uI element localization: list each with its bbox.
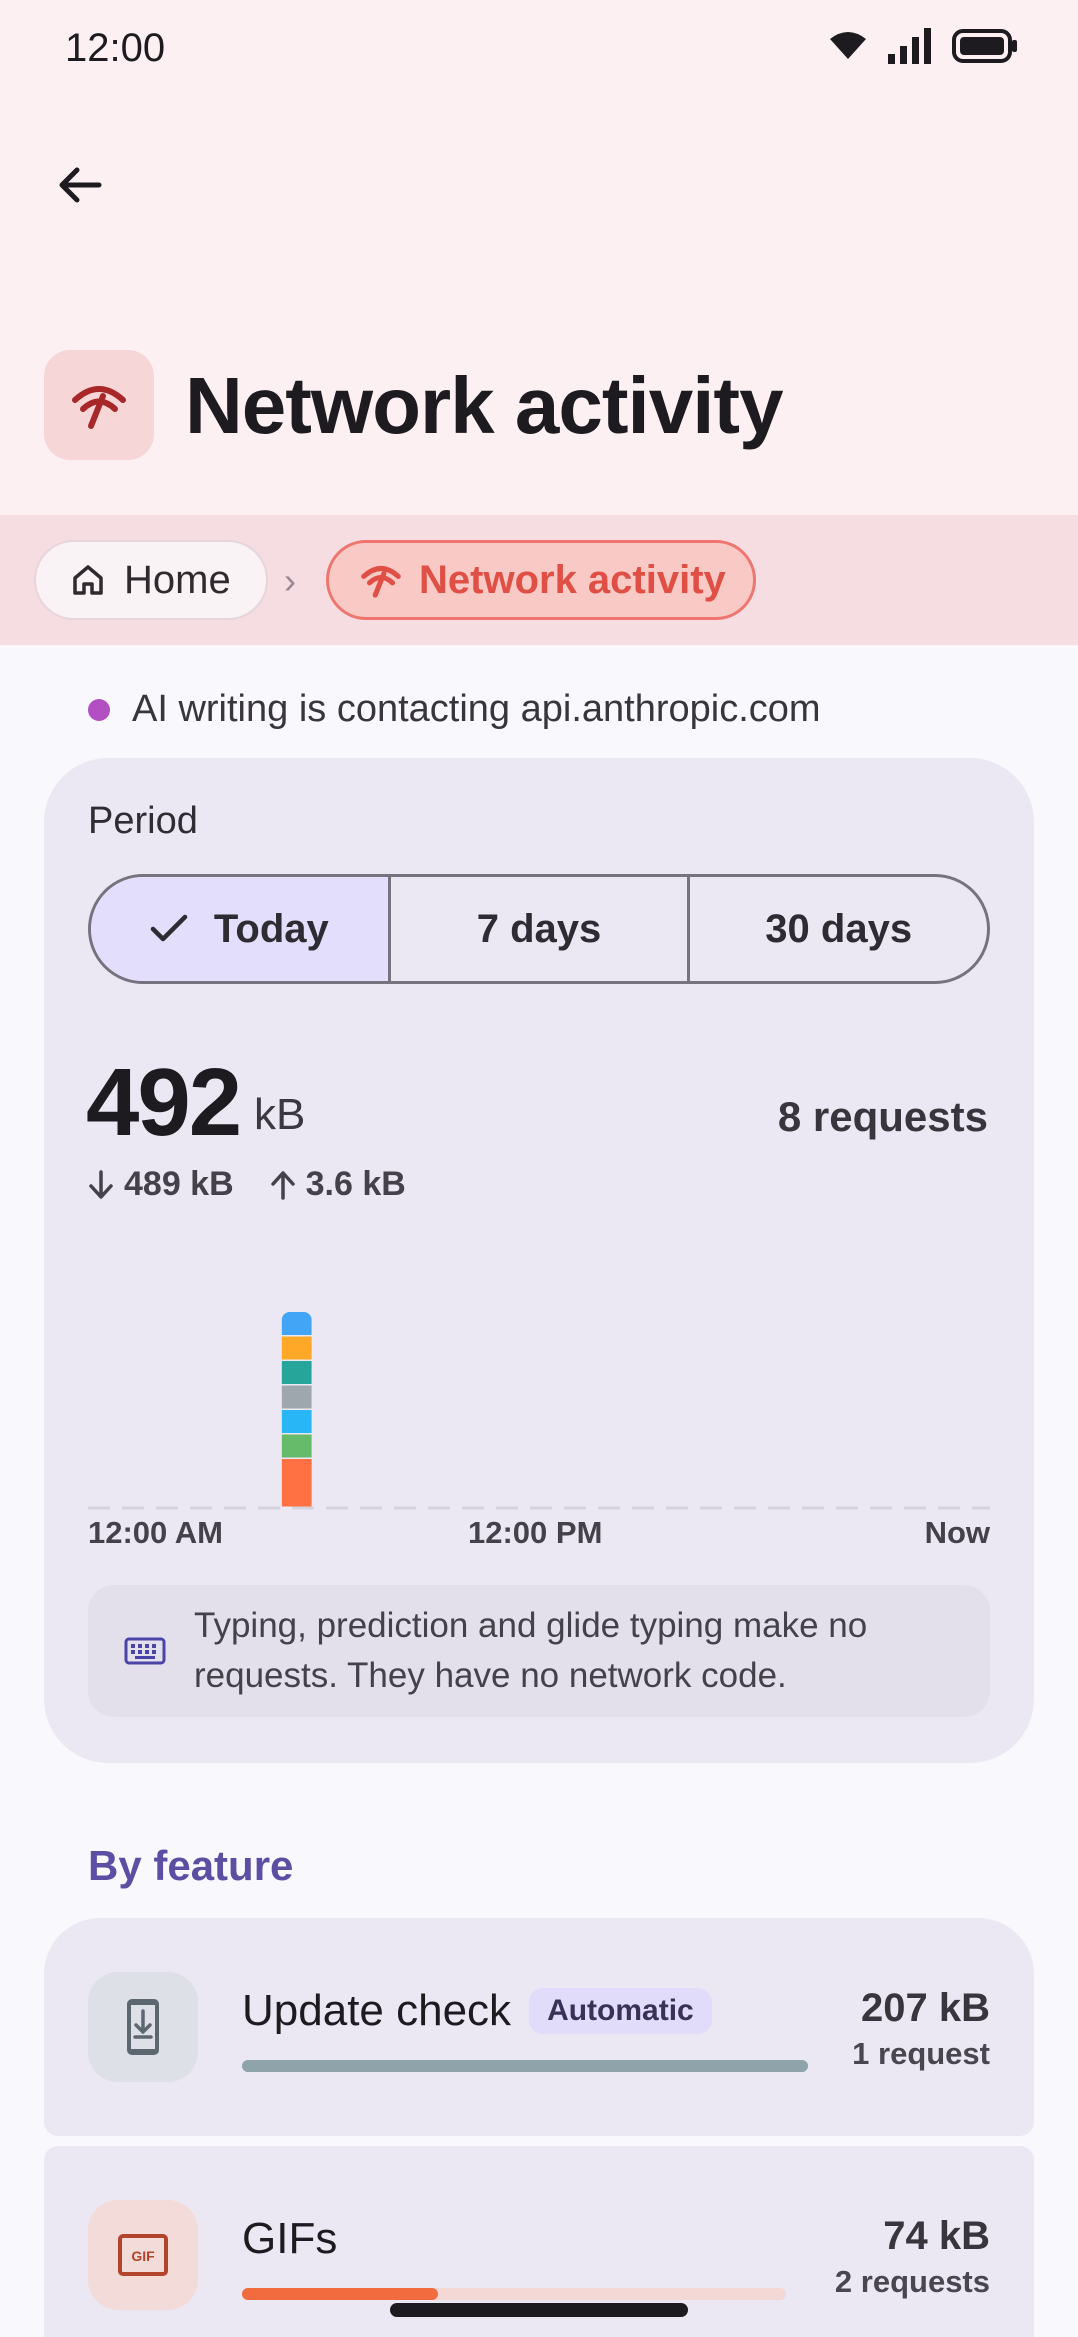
feature-icon-tile: GIF <box>88 2200 198 2310</box>
home-indicator[interactable] <box>390 2303 688 2317</box>
download-stat: 489 kB <box>88 1165 234 1204</box>
total-data-value: 492 <box>86 1049 242 1156</box>
chart-bar-segment <box>281 1361 312 1384</box>
network-activity-icon-tile <box>44 350 154 460</box>
usage-chart <box>88 1312 990 1510</box>
feature-requests: 1 request <box>852 2036 990 2071</box>
total-data-unit: kB <box>254 1090 306 1139</box>
arrow-down-icon <box>89 1169 113 1199</box>
network-activity-icon <box>72 386 126 429</box>
activity-text: AI writing is contacting api.anthropic.c… <box>132 688 821 730</box>
period-today-label: Today <box>213 906 329 951</box>
arrow-left-icon <box>59 167 102 203</box>
battery-icon <box>952 29 1017 63</box>
x-tick-mid: 12:00 PM <box>468 1515 603 1550</box>
chart-bar-segment <box>281 1312 312 1335</box>
upload-stat: 3.6 kB <box>270 1165 406 1204</box>
feature-bar-fill <box>242 2288 438 2300</box>
gif-icon: GIF <box>118 2234 168 2276</box>
breadcrumb-home[interactable]: Home <box>34 540 268 620</box>
x-tick-start: 12:00 AM <box>88 1515 223 1550</box>
request-count: 8 requests <box>777 1093 988 1140</box>
feature-bar-track <box>242 2288 786 2300</box>
chart-bar-segment <box>281 1459 312 1507</box>
activity-dot <box>88 698 110 721</box>
period-7-days-label: 7 days <box>476 906 602 951</box>
live-activity-indicator: AI writing is contacting api.anthropic.c… <box>88 688 821 731</box>
feature-name: GIFs <box>242 2214 338 2263</box>
network-activity-icon <box>361 565 401 598</box>
section-heading: By feature <box>88 1842 294 1889</box>
download-phone-icon <box>127 1999 159 2055</box>
feature-badge: Automatic <box>529 1988 712 2034</box>
feature-requests: 2 requests <box>834 2264 990 2299</box>
chart-bar-segment <box>281 1336 312 1360</box>
x-tick-end: Now <box>924 1515 990 1550</box>
info-note: Typing, prediction and glide typing make… <box>88 1585 990 1717</box>
chart-bar-segment <box>281 1385 312 1409</box>
arrow-up-icon <box>270 1170 295 1200</box>
download-value: 489 kB <box>124 1165 234 1203</box>
breadcrumb-home-label: Home <box>124 557 231 602</box>
feature-icon-tile <box>88 1972 198 2082</box>
status-icons <box>828 28 1018 64</box>
check-icon <box>150 914 188 942</box>
period-30-days-label: 30 days <box>765 906 913 951</box>
period-selector: Today 7 days 30 days <box>88 874 990 984</box>
transfer-breakdown: 489 kB 3.6 kB <box>88 1165 406 1204</box>
feature-bar-track <box>242 2060 808 2072</box>
breadcrumb-current-label: Network activity <box>419 557 726 602</box>
feature-title-row: GIFs <box>242 2214 337 2264</box>
chart-bar <box>281 1312 312 1507</box>
upload-value: 3.6 kB <box>305 1165 406 1203</box>
feature-row-update-check[interactable]: Update check Automatic 207 kB 1 request <box>44 1918 1034 2136</box>
back-button[interactable] <box>40 145 120 225</box>
period-30-days[interactable]: 30 days <box>690 877 987 981</box>
feature-size: 74 kB <box>883 2214 990 2258</box>
keyboard-icon <box>124 1637 166 1665</box>
chart-bar-segment <box>281 1410 312 1433</box>
home-icon <box>73 565 103 595</box>
info-text: Typing, prediction and glide typing make… <box>194 1606 868 1695</box>
chevron-right-icon: › <box>284 560 296 601</box>
feature-title-row: Update check Automatic <box>242 1986 712 2036</box>
feature-name: Update check <box>242 1986 512 2035</box>
period-label: Period <box>88 800 198 842</box>
status-time: 12:00 <box>65 26 166 70</box>
feature-size: 207 kB <box>861 1986 990 2030</box>
svg-text:GIF: GIF <box>131 2248 155 2264</box>
feature-bar-fill <box>242 2060 808 2072</box>
period-7-days[interactable]: 7 days <box>391 877 691 981</box>
period-today[interactable]: Today <box>91 877 391 981</box>
breadcrumb-current[interactable]: Network activity <box>326 540 756 620</box>
wifi-icon <box>830 32 866 59</box>
signal-icon <box>888 28 931 64</box>
page-title: Network activity <box>185 361 784 450</box>
chart-bar-segment <box>281 1434 312 1458</box>
